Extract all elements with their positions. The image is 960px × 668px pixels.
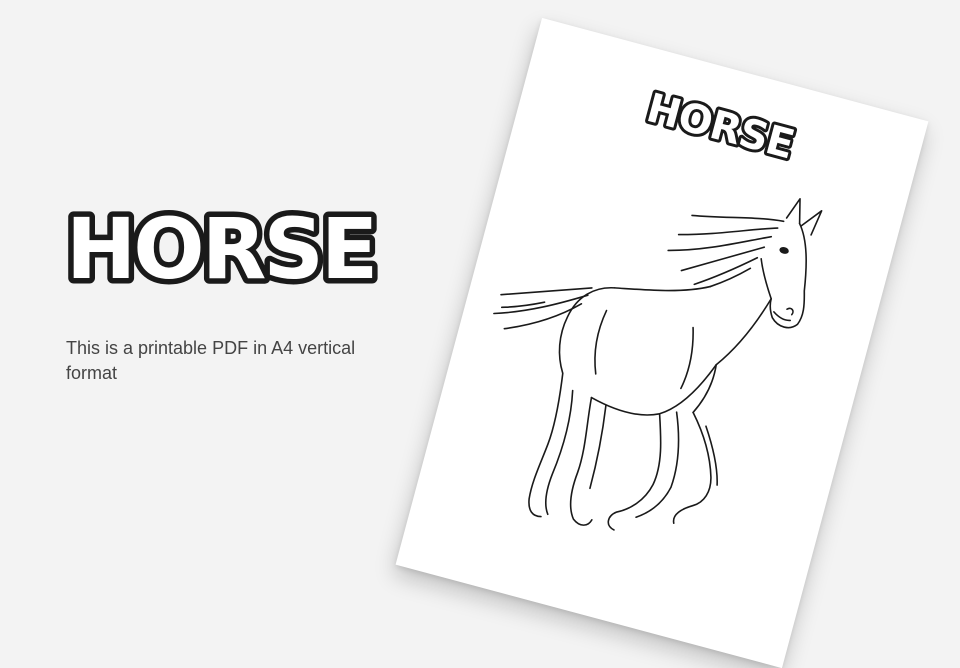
horse-head (760, 222, 807, 329)
horse-mane (667, 214, 785, 288)
horse-nostril (786, 307, 794, 316)
slide-description: This is a printable PDF in A4 vertical f… (66, 338, 356, 383)
horse-mouth (773, 311, 792, 322)
horse-ear-left (785, 198, 801, 225)
slide-title: HORSE HORSE (61, 195, 384, 304)
horse-tail (493, 287, 593, 330)
horse-eye (779, 247, 789, 254)
horse-neck-front (715, 297, 772, 366)
coloring-page-preview: HORSE HORSE (395, 17, 929, 668)
horse-illustration (493, 198, 823, 531)
horse-shoulder-line (680, 326, 694, 390)
horse-belly (590, 363, 718, 416)
horse-flank-line (594, 309, 608, 375)
slide-title-fill: HORSE (66, 200, 375, 298)
horse-front-leg-left (607, 411, 680, 531)
horse-hind-leg-left (528, 372, 574, 518)
horse-back (558, 287, 616, 375)
horse-neck-back (613, 285, 712, 292)
horse-hind-leg-right (569, 396, 607, 526)
